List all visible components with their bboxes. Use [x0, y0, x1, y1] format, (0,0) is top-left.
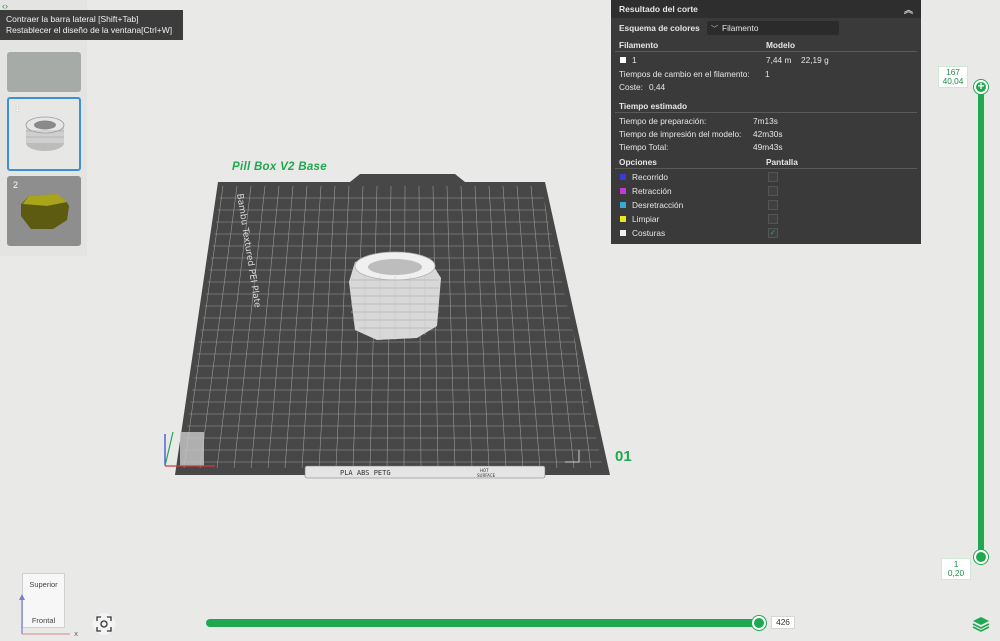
plate-thumbnail-1[interactable]: 1: [7, 97, 81, 171]
filament-swatch: [620, 57, 626, 63]
seams-swatch: [620, 230, 626, 236]
layer-slider-top-handle[interactable]: +: [974, 80, 988, 94]
zoom-fit-icon: [96, 616, 112, 632]
view-cube-top[interactable]: Superior: [23, 580, 64, 589]
panel-title: Resultado del corte: [619, 4, 698, 14]
prep-time-value: 7m13s: [753, 116, 778, 126]
travel-swatch: [620, 174, 626, 180]
wipe-checkbox[interactable]: [768, 214, 778, 224]
filament-id: 1: [632, 55, 637, 65]
deretraction-swatch: [620, 202, 626, 208]
plate-footer-text: PLA ABS PETG: [340, 469, 391, 477]
filament-header: Filamento: [619, 40, 659, 50]
tooltip-line-1: Contraer la barra lateral [Shift+Tab]: [6, 14, 139, 24]
wipe-swatch: [620, 216, 626, 222]
display-header: Pantalla: [766, 157, 798, 167]
option-label: Desretracción: [632, 200, 684, 210]
tooltip: Contraer la barra lateral [Shift+Tab] Re…: [0, 10, 183, 40]
option-label: Limpiar: [632, 214, 660, 224]
svg-text:SURFACE: SURFACE: [477, 473, 496, 478]
move-slider-value: 426: [771, 616, 795, 629]
sliced-model: [349, 251, 441, 340]
bottom-layer-label: 1 0,20: [941, 558, 971, 580]
divider: [615, 168, 917, 169]
cost-label: Coste:: [619, 82, 643, 92]
collapse-sidebar-icon[interactable]: ‹›: [2, 1, 8, 11]
divider: [615, 51, 917, 52]
plate-number[interactable]: 01: [615, 448, 632, 465]
chevron-down-icon: ﹀: [711, 26, 718, 33]
thumbnail-number: 1: [15, 103, 21, 113]
color-scheme-label: Esquema de colores: [619, 23, 700, 33]
print-time-label: Tiempo de impresión del modelo:: [619, 129, 742, 139]
bottom-layer-height: 0,20: [947, 568, 965, 578]
panel-header[interactable]: Resultado del corte ︽: [611, 0, 921, 18]
model-preview-icon: [21, 194, 69, 229]
filament-changes-label: Tiempos de cambio en el filamento:: [619, 69, 750, 79]
cost-value: 0,44: [649, 82, 666, 92]
slice-result-panel: Resultado del corte ︽ Esquema de colores…: [611, 0, 921, 244]
plate-thumbnail-0[interactable]: [7, 52, 81, 92]
options-header: Opciones: [619, 157, 657, 167]
svg-text:x: x: [74, 630, 78, 638]
filament-changes-value: 1: [765, 69, 770, 79]
option-label: Retracción: [632, 186, 672, 196]
fit-view-button[interactable]: [93, 613, 115, 635]
retraction-checkbox[interactable]: [768, 186, 778, 196]
total-time-value: 49m43s: [753, 142, 783, 152]
divider: [615, 112, 917, 113]
layer-slider-bottom-handle[interactable]: [974, 550, 988, 564]
color-scheme-value: Filamento: [722, 23, 759, 33]
layers-icon[interactable]: [972, 616, 990, 632]
prep-time-label: Tiempo de preparación:: [619, 116, 707, 126]
move-slider-track[interactable]: [206, 619, 761, 627]
plate-thumbnail-2[interactable]: 2: [7, 176, 81, 246]
move-slider-handle[interactable]: [752, 616, 766, 630]
deretraction-checkbox[interactable]: [768, 200, 778, 210]
axis-gizmo-icon: x: [19, 594, 78, 638]
print-time-value: 42m30s: [753, 129, 783, 139]
color-scheme-select[interactable]: ﹀ Filamento: [707, 21, 839, 35]
option-label: Costuras: [632, 228, 666, 238]
model-header: Modelo: [766, 40, 796, 50]
layer-slider-track[interactable]: [978, 85, 984, 557]
filament-weight: 22,19 g: [801, 55, 829, 65]
retraction-swatch: [620, 188, 626, 194]
top-layer-height: 40,04: [942, 76, 964, 86]
tooltip-line-2: Restablecer el diseño de la ventana[Ctrl…: [6, 25, 173, 35]
filament-length: 7,44 m: [766, 55, 792, 65]
build-plate[interactable]: PLA ABS PETG HOT SURFACE Bambu Textured …: [155, 170, 615, 490]
chevron-up-icon[interactable]: ︽: [904, 3, 913, 16]
travel-checkbox[interactable]: [768, 172, 778, 182]
thumbnail-number: 2: [13, 180, 19, 190]
total-time-label: Tiempo Total:: [619, 142, 669, 152]
seams-checkbox[interactable]: ✓: [768, 228, 778, 238]
estimated-time-header: Tiempo estimado: [619, 101, 688, 111]
top-layer-label: 167 40,04: [938, 66, 968, 88]
option-label: Recorrido: [632, 172, 668, 182]
